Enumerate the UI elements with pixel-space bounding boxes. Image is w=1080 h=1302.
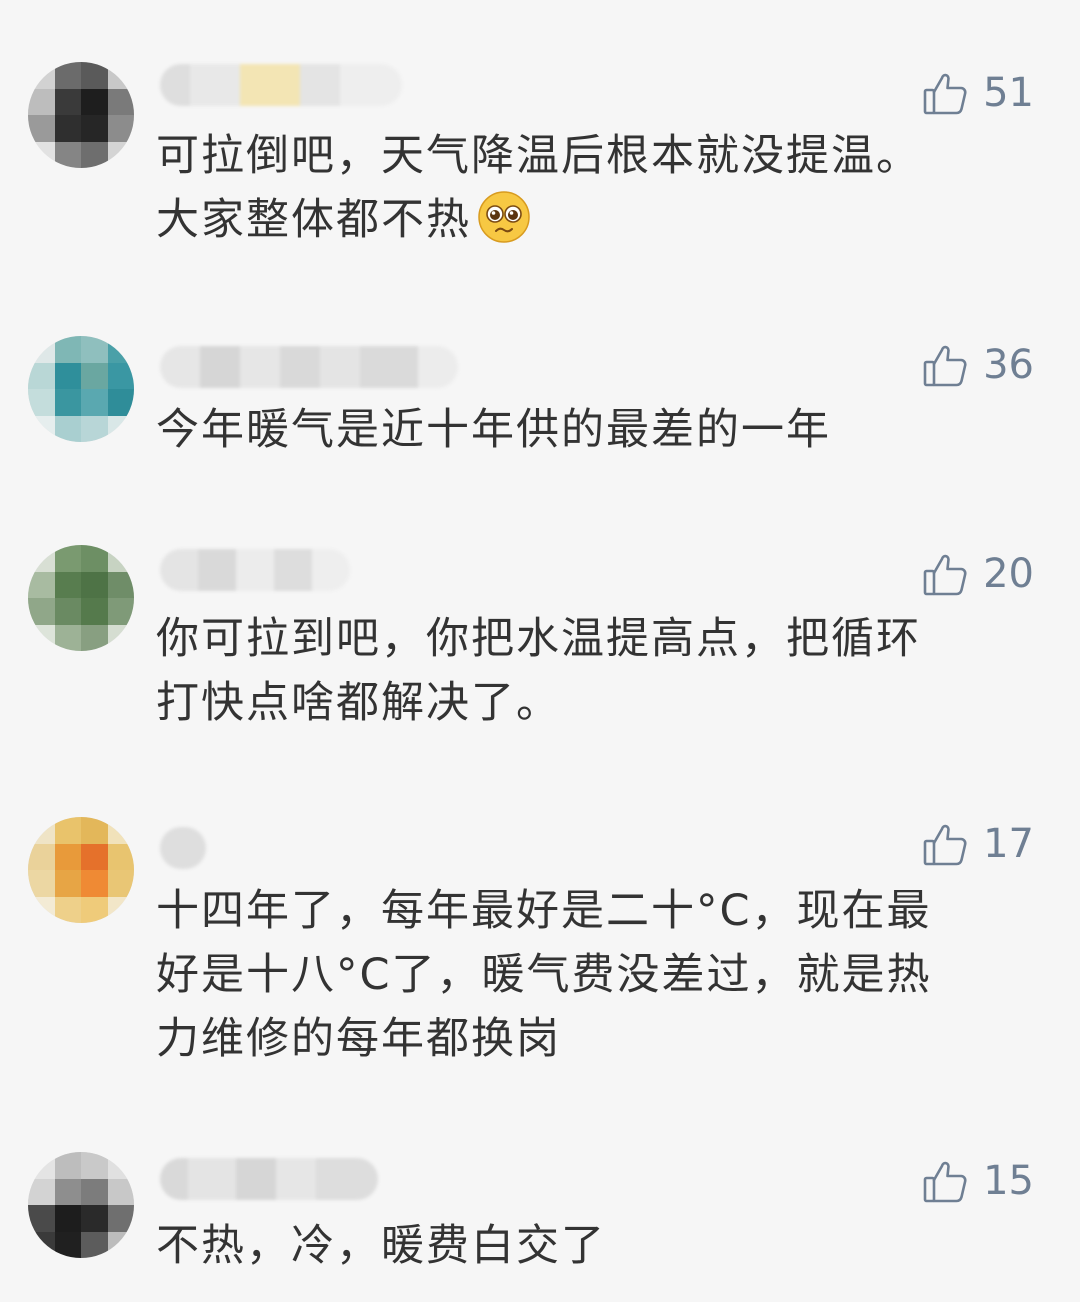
like-count: 20	[983, 551, 1034, 597]
comment-text: 不热，冷，暖费白交了	[156, 1214, 1006, 1278]
avatar[interactable]	[28, 817, 134, 923]
comment-text: 可拉倒吧，天气降温后根本就没提温。 大家整体都不热	[156, 124, 1006, 252]
comment-line: 大家整体都不热	[156, 195, 471, 245]
comment-line: 力维修的每年都换岗	[156, 1014, 561, 1064]
comment-line: 可拉倒吧，天气降温后根本就没提温。	[156, 131, 921, 181]
like-button[interactable]: 17	[921, 817, 1034, 871]
like-count: 51	[983, 70, 1034, 116]
comment-line: 今年暖气是近十年供的最差的一年	[156, 405, 831, 455]
comment-text: 今年暖气是近十年供的最差的一年	[156, 398, 1006, 462]
comment-line: 你可拉到吧，你把水温提高点，把循环	[156, 614, 921, 664]
like-count: 15	[983, 1158, 1034, 1204]
comment-line: 十四年了，每年最好是二十°C，现在最	[156, 886, 932, 936]
avatar[interactable]	[28, 336, 134, 442]
comment-line: 打快点啥都解决了。	[156, 678, 561, 728]
username-blurred[interactable]	[160, 64, 402, 106]
avatar[interactable]	[28, 62, 134, 168]
like-button[interactable]: 36	[921, 338, 1034, 392]
thumbs-up-icon	[923, 345, 967, 387]
like-count: 17	[983, 821, 1034, 867]
pleading-face-icon	[478, 191, 530, 243]
username-blurred[interactable]	[160, 346, 458, 388]
comment-line: 不热，冷，暖费白交了	[156, 1221, 606, 1271]
like-button[interactable]: 20	[921, 547, 1034, 601]
like-count: 36	[983, 342, 1034, 388]
comment-text: 十四年了，每年最好是二十°C，现在最 好是十八°C了，暖气费没差过，就是热 力维…	[156, 879, 1006, 1071]
like-button[interactable]: 51	[921, 66, 1034, 120]
comment-list: 51 可拉倒吧，天气降温后根本就没提温。 大家整体都不热 36 今年暖气是近十年…	[0, 0, 1080, 1302]
thumbs-up-icon	[923, 824, 967, 866]
comment-text: 你可拉到吧，你把水温提高点，把循环 打快点啥都解决了。	[156, 607, 1006, 735]
thumbs-up-icon	[923, 554, 967, 596]
like-button[interactable]: 15	[921, 1154, 1034, 1208]
avatar[interactable]	[28, 1152, 134, 1258]
username-blurred[interactable]	[160, 1158, 378, 1200]
username-blurred[interactable]	[160, 827, 206, 869]
thumbs-up-icon	[923, 1161, 967, 1203]
thumbs-up-icon	[923, 73, 967, 115]
comment-line: 好是十八°C了，暖气费没差过，就是热	[156, 950, 932, 1000]
avatar[interactable]	[28, 545, 134, 651]
username-blurred[interactable]	[160, 549, 350, 591]
